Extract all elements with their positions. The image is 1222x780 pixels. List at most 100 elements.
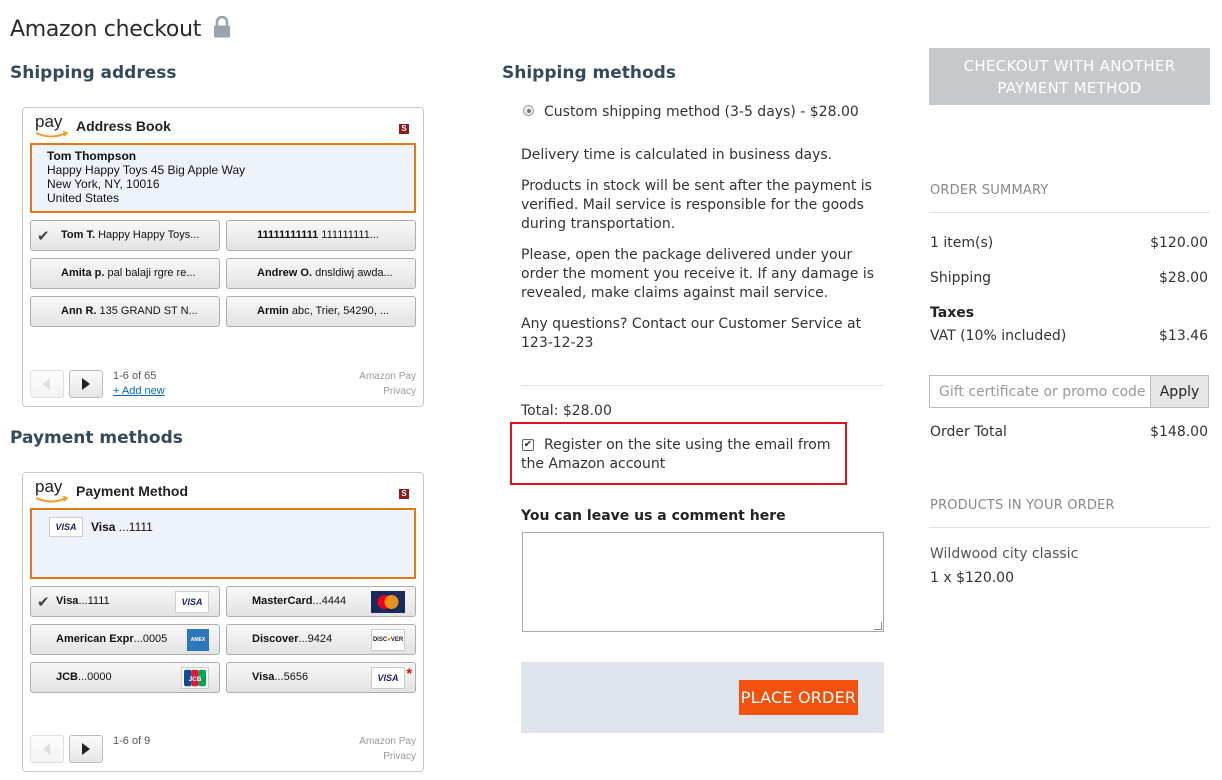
checkmark-icon: ✔ — [37, 228, 50, 245]
address-book-title: Address Book — [76, 118, 171, 134]
summary-items-value: $120.00 — [1150, 235, 1208, 251]
page-title: Amazon checkout — [10, 14, 231, 44]
address-option-6[interactable]: Armin abc, Trier, 54290, ... — [226, 296, 416, 327]
amazon-pay-footer: Amazon Pay — [359, 736, 416, 747]
page-title-text: Amazon checkout — [10, 16, 202, 42]
checkout-another-method-button[interactable]: CHECKOUT WITH ANOTHER PAYMENT METHOD — [929, 48, 1210, 105]
payment-pager-count: 1-6 of 9 — [113, 735, 151, 747]
payment-widget-footer: Amazon Pay Privacy — [359, 734, 416, 764]
prev-page-button[interactable] — [30, 735, 64, 763]
selected-address: Tom Thompson Happy Happy Toys 45 Big App… — [30, 143, 416, 213]
shipping-description-2: Products in stock will be sent after the… — [521, 178, 872, 232]
summary-taxes-label: Taxes — [930, 305, 975, 321]
products-title: PRODUCTS IN YOUR ORDER — [930, 498, 1115, 513]
payment-option-1[interactable]: ✔ Visa...1111 VISA — [30, 586, 220, 617]
product-name-link[interactable]: Wildwood city classic — [930, 546, 1078, 562]
chevron-right-icon — [82, 743, 90, 755]
visa-card-icon: VISA — [371, 667, 405, 689]
selected-address-line2: New York, NY, 10016 — [47, 177, 160, 191]
address-widget-footer: Amazon Pay Privacy — [359, 369, 416, 399]
chevron-left-icon — [43, 743, 50, 755]
shipping-description-4: Any questions? Contact our Customer Serv… — [521, 316, 862, 351]
required-asterisk-icon: * — [406, 665, 412, 681]
summary-vat-label: VAT (10% included) — [930, 328, 1067, 344]
summary-shipping-row: Shipping $28.00 — [930, 270, 1208, 286]
payment-option-4[interactable]: Discover...9424 DISC ● VER — [226, 624, 416, 655]
divider — [929, 212, 1210, 213]
amazon-pay-footer: Amazon Pay — [359, 371, 416, 382]
amazon-pay-logo: pay — [33, 477, 73, 507]
apply-promo-button[interactable]: Apply — [1150, 376, 1208, 407]
selected-payment-label: Visa ...1111 — [91, 520, 153, 534]
place-order-button[interactable]: PLACE ORDER — [739, 680, 858, 715]
address-option-5[interactable]: Ann R. 135 GRAND ST N... — [30, 296, 220, 327]
sandbox-badge: S — [399, 489, 409, 499]
chevron-right-icon — [82, 378, 90, 390]
sandbox-badge: S — [399, 124, 409, 134]
product-quantity-price: 1 x $120.00 — [930, 570, 1014, 586]
amex-card-icon: AMEX — [187, 629, 209, 651]
order-total-value: $148.00 — [1150, 424, 1208, 440]
address-option-1[interactable]: ✔ Tom T. Happy Happy Toys... — [30, 220, 220, 251]
summary-items-label: 1 item(s) — [930, 235, 994, 251]
lock-icon — [213, 15, 231, 44]
divider — [929, 527, 1210, 528]
address-book-widget: pay Address Book S Tom Thompson Happy Ha… — [22, 107, 424, 407]
resize-handle-icon[interactable] — [874, 622, 882, 630]
summary-shipping-value: $28.00 — [1159, 270, 1208, 286]
address-pager-count: 1-6 of 65 — [113, 370, 157, 382]
promo-code-input[interactable] — [930, 376, 1150, 407]
payment-option-2[interactable]: MasterCard...4444 — [226, 586, 416, 617]
shipping-methods-title: Shipping methods — [502, 63, 676, 83]
visa-card-icon: VISA — [49, 517, 83, 537]
payment-option-3[interactable]: American Expr...0005 AMEX — [30, 624, 220, 655]
privacy-link[interactable]: Privacy — [359, 384, 416, 399]
add-new-address-link[interactable]: + Add new — [113, 385, 165, 397]
selected-payment: VISA Visa ...1111 — [30, 508, 416, 579]
summary-vat-value: $13.46 — [1159, 328, 1208, 344]
amazon-pay-logo: pay — [33, 112, 73, 142]
selected-address-name: Tom Thompson — [47, 149, 137, 163]
shipping-description-3: Please, open the package delivered under… — [521, 247, 875, 301]
payment-method-title: Payment Method — [76, 483, 189, 499]
visa-card-icon: VISA — [175, 591, 209, 613]
shipping-total: Total: $28.00 — [521, 403, 612, 419]
payment-methods-title: Payment methods — [10, 428, 183, 448]
payment-method-header: pay Payment Method S — [29, 477, 419, 507]
next-page-button[interactable] — [69, 370, 103, 398]
selected-address-line1: Happy Happy Toys 45 Big Apple Way — [47, 163, 246, 177]
address-book-header: pay Address Book S — [29, 112, 419, 142]
address-option-2[interactable]: 11111111111 111111111... — [226, 220, 416, 251]
comment-label: You can leave us a comment here — [521, 508, 786, 524]
order-total-label: Order Total — [930, 424, 1007, 440]
divider — [521, 385, 884, 386]
prev-page-button[interactable] — [30, 370, 64, 398]
place-order-panel: PLACE ORDER — [521, 662, 884, 733]
order-summary-title: ORDER SUMMARY — [930, 183, 1049, 198]
payment-method-widget: pay Payment Method S VISA Visa ...1111 ✔… — [22, 472, 424, 772]
address-option-3[interactable]: Amita p. pal balaji rgre re... — [30, 258, 220, 289]
promo-code-form: Apply — [929, 375, 1209, 408]
address-option-4[interactable]: Andrew O. dnsldiwj awda... — [226, 258, 416, 289]
discover-card-icon: DISC ● VER — [371, 629, 405, 651]
shipping-method-label[interactable]: Custom shipping method (3-5 days) - $28.… — [544, 103, 884, 122]
mastercard-icon — [371, 591, 405, 613]
payment-option-5[interactable]: JCB...0000 JCB — [30, 662, 220, 693]
chevron-left-icon — [43, 378, 50, 390]
jcb-card-icon: JCB — [181, 667, 209, 689]
shipping-description-1: Delivery time is calculated in business … — [521, 147, 833, 163]
register-checkbox-label[interactable]: Register on the site using the email fro… — [521, 436, 841, 474]
checkmark-icon: ✔ — [37, 594, 50, 611]
next-page-button[interactable] — [69, 735, 103, 763]
privacy-link[interactable]: Privacy — [359, 749, 416, 764]
comment-textarea[interactable] — [522, 532, 884, 632]
summary-items-row: 1 item(s) $120.00 — [930, 235, 1208, 251]
shipping-address-title: Shipping address — [10, 63, 177, 83]
summary-vat-row: VAT (10% included) $13.46 — [930, 328, 1208, 344]
svg-text:JCB: JCB — [189, 676, 202, 683]
shipping-method-radio[interactable] — [523, 105, 534, 116]
order-total-row: Order Total $148.00 — [930, 424, 1208, 440]
payment-option-6[interactable]: Visa...5656 VISA * — [226, 662, 416, 693]
selected-address-line3: United States — [47, 191, 120, 205]
summary-shipping-label: Shipping — [930, 270, 992, 286]
